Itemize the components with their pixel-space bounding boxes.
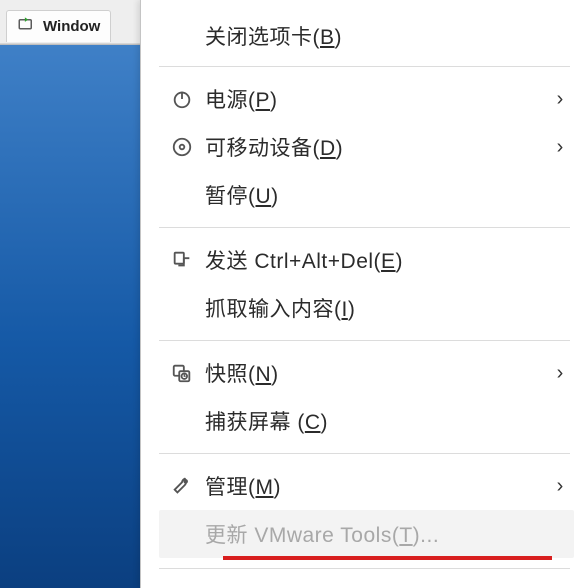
vm-tab[interactable]: Window bbox=[6, 10, 111, 42]
menu-label: 电源(P) bbox=[205, 84, 546, 114]
menu-label: 可移动设备(D) bbox=[205, 132, 546, 162]
menu-item-grab-input[interactable]: 抓取输入内容(I) bbox=[159, 284, 574, 332]
menu-label: 更新 VMware Tools(T)... bbox=[205, 519, 546, 549]
menu-item-manage[interactable]: 管理(M) › bbox=[159, 462, 574, 510]
submenu-arrow-icon: › bbox=[546, 136, 574, 159]
menu-item-send-ctrl-alt-del[interactable]: 发送 Ctrl+Alt+Del(E) bbox=[159, 236, 574, 284]
submenu-arrow-icon: › bbox=[546, 362, 574, 385]
menu-separator bbox=[159, 227, 570, 228]
menu-item-power[interactable]: 电源(P) › bbox=[159, 75, 574, 123]
vm-tab-icon bbox=[17, 16, 35, 38]
menu-item-removable-devices[interactable]: 可移动设备(D) › bbox=[159, 123, 574, 171]
menu-label: 发送 Ctrl+Alt+Del(E) bbox=[205, 245, 546, 275]
submenu-arrow-icon: › bbox=[546, 475, 574, 498]
menu-separator bbox=[159, 568, 570, 569]
power-icon bbox=[159, 88, 205, 110]
menu-item-settings[interactable]: 设置(S)... bbox=[159, 577, 574, 588]
submenu-arrow-icon: › bbox=[546, 88, 574, 111]
menu-item-snapshot[interactable]: 快照(N) › bbox=[159, 349, 574, 397]
send-icon bbox=[159, 249, 205, 271]
menu-item-pause[interactable]: 暂停(U) bbox=[159, 171, 574, 219]
menu-item-update-vmware-tools: 更新 VMware Tools(T)... bbox=[159, 510, 574, 558]
menu-item-capture-screen[interactable]: 捕获屏幕 (C) bbox=[159, 397, 574, 445]
menu-label: 快照(N) bbox=[205, 358, 546, 388]
menu-separator bbox=[159, 66, 570, 67]
disc-icon bbox=[159, 136, 205, 158]
highlight-underline bbox=[223, 556, 552, 560]
menu-label: 抓取输入内容(I) bbox=[205, 293, 546, 323]
wrench-icon bbox=[159, 475, 205, 497]
menu-label: 暂停(U) bbox=[205, 180, 546, 210]
snapshot-icon bbox=[159, 362, 205, 384]
menu-label: 关闭选项卡(B) bbox=[205, 21, 546, 51]
vm-tab-title: Window bbox=[43, 18, 100, 35]
menu-item-close-tab[interactable]: 关闭选项卡(B) bbox=[159, 14, 574, 58]
context-menu: 关闭选项卡(B) 电源(P) › 可移动设备(D) › 暂停(U) bbox=[140, 0, 578, 588]
menu-separator bbox=[159, 340, 570, 341]
menu-label: 管理(M) bbox=[205, 471, 546, 501]
menu-label: 捕获屏幕 (C) bbox=[205, 406, 546, 436]
menu-separator bbox=[159, 453, 570, 454]
